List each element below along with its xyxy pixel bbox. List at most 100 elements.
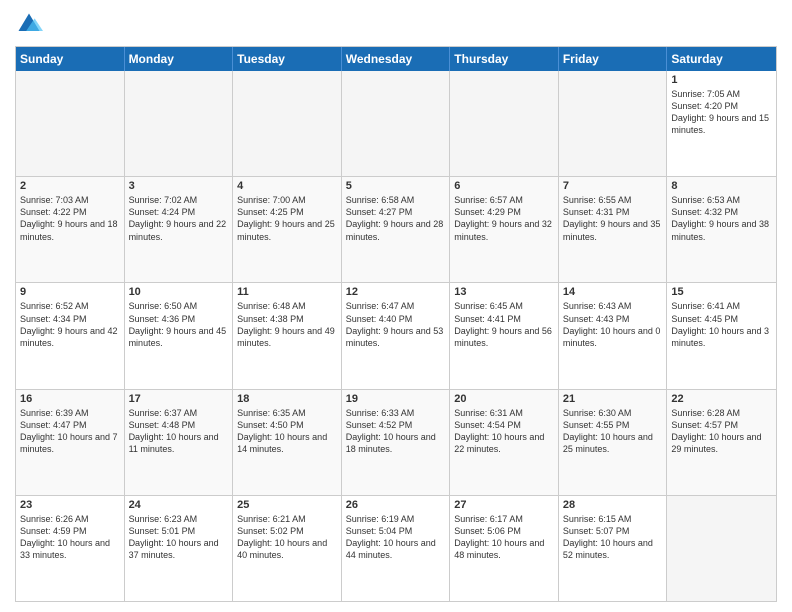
day-header: Saturday xyxy=(667,47,776,71)
day-number: 25 xyxy=(237,499,337,511)
day-info: Sunrise: 6:33 AM Sunset: 4:52 PM Dayligh… xyxy=(346,407,446,456)
calendar: SundayMondayTuesdayWednesdayThursdayFrid… xyxy=(15,46,777,602)
week-row: 9Sunrise: 6:52 AM Sunset: 4:34 PM Daylig… xyxy=(16,283,776,389)
day-number: 18 xyxy=(237,393,337,405)
day-cell: 27Sunrise: 6:17 AM Sunset: 5:06 PM Dayli… xyxy=(450,496,559,601)
day-cell: 3 Sunrise: 7:02 AM Sunset: 4:24 PM Daylig… xyxy=(125,177,234,282)
day-number: 5 xyxy=(346,180,446,192)
day-header: Tuesday xyxy=(233,47,342,71)
weeks: 1 Sunrise: 7:05 AM Sunset: 4:20 PM Daylig… xyxy=(16,71,776,601)
day-info: Sunrise: 6:58 AM Sunset: 4:27 PM Dayligh… xyxy=(346,194,446,243)
week-row: 1 Sunrise: 7:05 AM Sunset: 4:20 PM Daylig… xyxy=(16,71,776,177)
day-number: 13 xyxy=(454,286,554,298)
day-info: Sunrise: 6:17 AM Sunset: 5:06 PM Dayligh… xyxy=(454,513,554,562)
day-info: Sunrise: 6:55 AM Sunset: 4:31 PM Dayligh… xyxy=(563,194,663,243)
day-info: Sunrise: 6:57 AM Sunset: 4:29 PM Dayligh… xyxy=(454,194,554,243)
day-info: Sunrise: 6:50 AM Sunset: 4:36 PM Dayligh… xyxy=(129,300,229,349)
day-number: 3 xyxy=(129,180,229,192)
day-info: Sunrise: 6:28 AM Sunset: 4:57 PM Dayligh… xyxy=(671,407,772,456)
day-cell: 15 Sunrise: 6:41 AM Sunset: 4:45 PM Dayli… xyxy=(667,283,776,388)
day-cell: 8 Sunrise: 6:53 AM Sunset: 4:32 PM Daylig… xyxy=(667,177,776,282)
day-info: Sunrise: 7:05 AM Sunset: 4:20 PM Dayligh… xyxy=(671,88,772,137)
week-row: 23 Sunrise: 6:26 AM Sunset: 4:59 PM Dayli… xyxy=(16,496,776,601)
empty-day-cell xyxy=(125,71,234,176)
day-info: Sunrise: 6:41 AM Sunset: 4:45 PM Dayligh… xyxy=(671,300,772,349)
day-cell: 19 Sunrise: 6:33 AM Sunset: 4:52 PM Dayli… xyxy=(342,390,451,495)
day-cell: 20 Sunrise: 6:31 AM Sunset: 4:54 PM Dayli… xyxy=(450,390,559,495)
day-info: Sunrise: 6:52 AM Sunset: 4:34 PM Dayligh… xyxy=(20,300,120,349)
day-cell: 17 Sunrise: 6:37 AM Sunset: 4:48 PM Dayli… xyxy=(125,390,234,495)
day-number: 8 xyxy=(671,180,772,192)
empty-day-cell xyxy=(667,496,776,601)
day-header: Monday xyxy=(125,47,234,71)
day-cell: 26 Sunrise: 6:19 AM Sunset: 5:04 PM Dayli… xyxy=(342,496,451,601)
day-number: 26 xyxy=(346,499,446,511)
empty-day-cell xyxy=(233,71,342,176)
day-info: Sunrise: 7:03 AM Sunset: 4:22 PM Dayligh… xyxy=(20,194,120,243)
day-number: 2 xyxy=(20,180,120,192)
day-info: Sunrise: 6:15 AM Sunset: 5:07 PM Dayligh… xyxy=(563,513,663,562)
empty-day-cell xyxy=(16,71,125,176)
day-info: Sunrise: 6:43 AM Sunset: 4:43 PM Dayligh… xyxy=(563,300,663,349)
day-number: 7 xyxy=(563,180,663,192)
empty-day-cell xyxy=(450,71,559,176)
day-info: Sunrise: 6:37 AM Sunset: 4:48 PM Dayligh… xyxy=(129,407,229,456)
logo xyxy=(15,10,47,38)
day-cell: 18 Sunrise: 6:35 AM Sunset: 4:50 PM Dayli… xyxy=(233,390,342,495)
day-number: 22 xyxy=(671,393,772,405)
day-number: 10 xyxy=(129,286,229,298)
header xyxy=(15,10,777,38)
day-info: Sunrise: 7:02 AM Sunset: 4:24 PM Dayligh… xyxy=(129,194,229,243)
day-header: Friday xyxy=(559,47,668,71)
day-header: Thursday xyxy=(450,47,559,71)
logo-icon xyxy=(15,10,43,38)
day-info: Sunrise: 6:21 AM Sunset: 5:02 PM Dayligh… xyxy=(237,513,337,562)
day-cell: 11 Sunrise: 6:48 AM Sunset: 4:38 PM Dayli… xyxy=(233,283,342,388)
day-cell: 22 Sunrise: 6:28 AM Sunset: 4:57 PM Dayli… xyxy=(667,390,776,495)
empty-day-cell xyxy=(559,71,668,176)
day-cell: 9Sunrise: 6:52 AM Sunset: 4:34 PM Daylig… xyxy=(16,283,125,388)
day-cell: 5 Sunrise: 6:58 AM Sunset: 4:27 PM Daylig… xyxy=(342,177,451,282)
day-headers: SundayMondayTuesdayWednesdayThursdayFrid… xyxy=(16,47,776,71)
day-info: Sunrise: 6:39 AM Sunset: 4:47 PM Dayligh… xyxy=(20,407,120,456)
day-number: 16 xyxy=(20,393,120,405)
day-info: Sunrise: 6:31 AM Sunset: 4:54 PM Dayligh… xyxy=(454,407,554,456)
day-info: Sunrise: 6:47 AM Sunset: 4:40 PM Dayligh… xyxy=(346,300,446,349)
day-number: 6 xyxy=(454,180,554,192)
page: SundayMondayTuesdayWednesdayThursdayFrid… xyxy=(0,0,792,612)
day-number: 12 xyxy=(346,286,446,298)
day-cell: 6 Sunrise: 6:57 AM Sunset: 4:29 PM Daylig… xyxy=(450,177,559,282)
day-cell: 23 Sunrise: 6:26 AM Sunset: 4:59 PM Dayli… xyxy=(16,496,125,601)
day-cell: 24Sunrise: 6:23 AM Sunset: 5:01 PM Dayli… xyxy=(125,496,234,601)
day-info: Sunrise: 6:48 AM Sunset: 4:38 PM Dayligh… xyxy=(237,300,337,349)
day-header: Sunday xyxy=(16,47,125,71)
week-row: 2 Sunrise: 7:03 AM Sunset: 4:22 PM Daylig… xyxy=(16,177,776,283)
empty-day-cell xyxy=(342,71,451,176)
day-info: Sunrise: 7:00 AM Sunset: 4:25 PM Dayligh… xyxy=(237,194,337,243)
day-info: Sunrise: 6:53 AM Sunset: 4:32 PM Dayligh… xyxy=(671,194,772,243)
day-number: 20 xyxy=(454,393,554,405)
day-number: 15 xyxy=(671,286,772,298)
day-number: 11 xyxy=(237,286,337,298)
day-cell: 4 Sunrise: 7:00 AM Sunset: 4:25 PM Daylig… xyxy=(233,177,342,282)
day-number: 24 xyxy=(129,499,229,511)
day-cell: 12 Sunrise: 6:47 AM Sunset: 4:40 PM Dayli… xyxy=(342,283,451,388)
day-info: Sunrise: 6:26 AM Sunset: 4:59 PM Dayligh… xyxy=(20,513,120,562)
day-info: Sunrise: 6:19 AM Sunset: 5:04 PM Dayligh… xyxy=(346,513,446,562)
day-number: 4 xyxy=(237,180,337,192)
day-number: 1 xyxy=(671,74,772,86)
day-number: 14 xyxy=(563,286,663,298)
day-number: 17 xyxy=(129,393,229,405)
day-cell: 21Sunrise: 6:30 AM Sunset: 4:55 PM Dayli… xyxy=(559,390,668,495)
day-number: 21 xyxy=(563,393,663,405)
day-number: 19 xyxy=(346,393,446,405)
day-cell: 10 Sunrise: 6:50 AM Sunset: 4:36 PM Dayli… xyxy=(125,283,234,388)
day-cell: 7 Sunrise: 6:55 AM Sunset: 4:31 PM Daylig… xyxy=(559,177,668,282)
day-cell: 13 Sunrise: 6:45 AM Sunset: 4:41 PM Dayli… xyxy=(450,283,559,388)
day-cell: 25 Sunrise: 6:21 AM Sunset: 5:02 PM Dayli… xyxy=(233,496,342,601)
week-row: 16 Sunrise: 6:39 AM Sunset: 4:47 PM Dayli… xyxy=(16,390,776,496)
day-cell: 14 Sunrise: 6:43 AM Sunset: 4:43 PM Dayli… xyxy=(559,283,668,388)
day-info: Sunrise: 6:35 AM Sunset: 4:50 PM Dayligh… xyxy=(237,407,337,456)
day-info: Sunrise: 6:45 AM Sunset: 4:41 PM Dayligh… xyxy=(454,300,554,349)
day-number: 23 xyxy=(20,499,120,511)
